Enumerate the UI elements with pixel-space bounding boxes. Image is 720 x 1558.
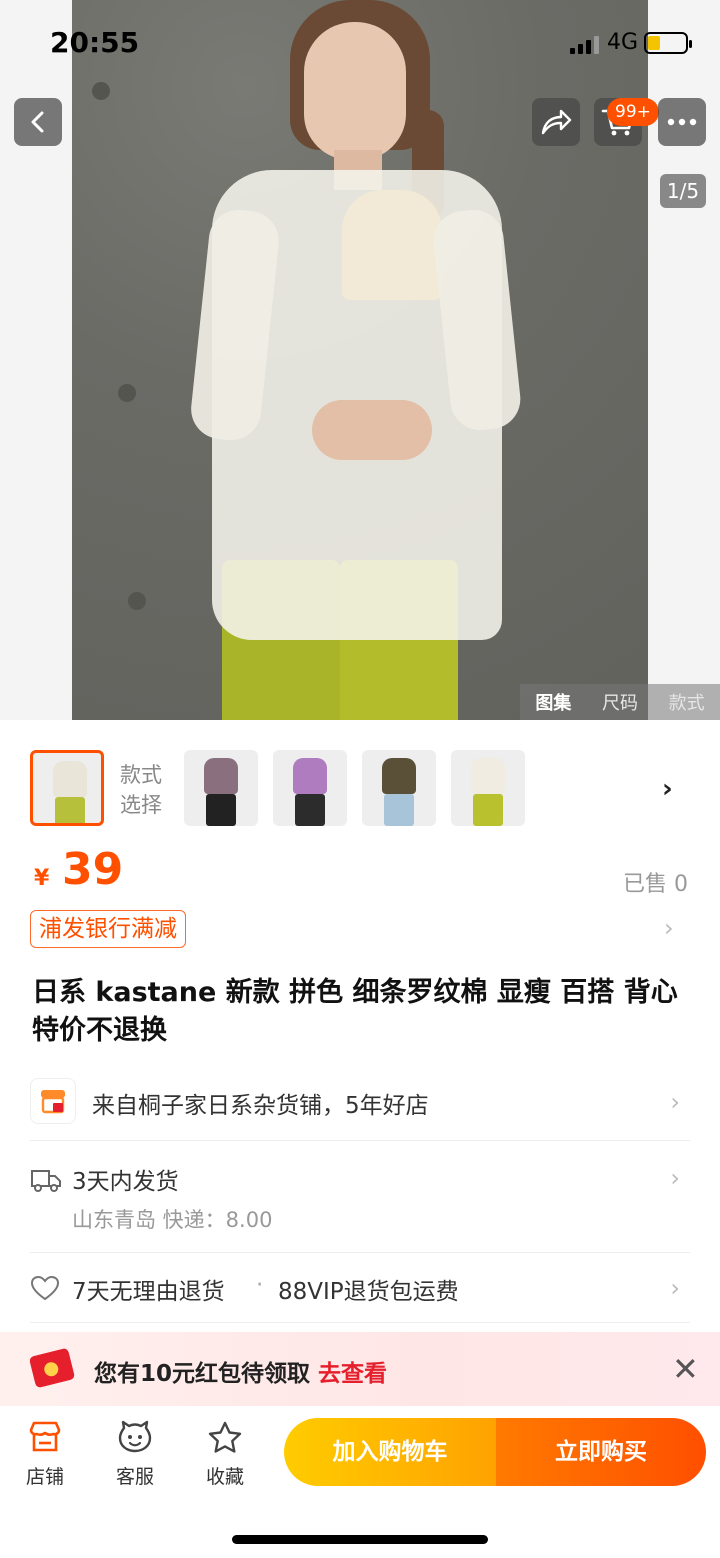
shop-label: 店铺 [25,1466,64,1488]
sold-count: 已售 0 [623,872,688,897]
returns-row[interactable]: 7天无理由退货 · 88VIP退货包运费 › [30,1268,690,1308]
buy-now-button[interactable]: 立即购买 [496,1418,706,1486]
divider [30,1252,690,1253]
view-red-packet-link[interactable]: 去查看 [318,1361,387,1387]
thumb-bottom [55,797,85,823]
more-styles-chevron-icon[interactable]: › [662,774,673,804]
price-value: 39 [62,844,124,895]
service-label: 客服 [115,1466,154,1488]
chevron-right-icon: › [670,1274,680,1302]
divider [30,1322,690,1323]
tab-size[interactable]: 尺码 [602,689,638,715]
red-packet-message: 您有10元红包待领取 去查看 [94,1354,387,1388]
style-selector: 款式选择 › [0,720,720,838]
red-packet-banner[interactable]: 您有10元红包待领取 去查看 ✕ [0,1332,720,1406]
network-type: 4G [607,30,639,55]
chevron-right-icon: › [670,1088,680,1116]
shop-row[interactable]: 来自桐子家日系杂货铺，5年好店 › [30,1078,690,1126]
red-packet-text: 您有10元红包待领取 [94,1361,311,1387]
customer-service-icon [118,1420,152,1453]
product-title: 日系 kastane 新款 拼色 细条罗纹棉 显瘦 百搭 背心 特价不退换 [32,977,678,1046]
separator-dot: · [256,1272,264,1298]
status-bar: 20:55 4G [0,0,720,88]
more-button[interactable] [658,98,706,146]
battery-icon [644,32,692,54]
thumb-top [53,761,87,797]
shop-info-text: 来自桐子家日系杂货铺，5年好店 [92,1093,429,1119]
shipping-row[interactable]: 3天内发货 山东青岛 快递：8.00 › [30,1158,690,1238]
style-thumbnail[interactable] [362,750,436,826]
share-button[interactable] [532,98,580,146]
chevron-right-icon[interactable]: › [664,914,674,942]
star-icon [208,1421,242,1453]
return-policy: 7天无理由退货 [72,1279,225,1305]
promo-tag[interactable]: 浦发银行满减 [30,910,186,948]
favorite-button[interactable]: 收藏 [190,1420,260,1489]
divider [30,1140,690,1141]
share-icon [541,109,572,135]
shop-button[interactable]: 店铺 [10,1420,80,1489]
home-indicator [232,1535,488,1544]
shop-icon [30,1078,76,1124]
red-packet-icon [28,1347,76,1389]
style-select-label: 款式选择 [120,763,162,817]
chevron-right-icon: › [670,1164,680,1192]
shipping-detail: 山东青岛 快递：8.00 [72,1208,273,1232]
cart-count-badge: 99+ [607,98,659,126]
favorite-label: 收藏 [205,1466,244,1488]
customer-service-button[interactable]: 客服 [100,1420,170,1489]
add-to-cart-button[interactable]: 加入购物车 [284,1418,496,1486]
chevron-left-icon [31,111,44,133]
image-counter: 1/5 [660,174,706,208]
tab-style[interactable]: 款式 [669,689,705,715]
style-thumbnail[interactable] [184,750,258,826]
gallery-tabs: 图集 尺码 款式 [520,684,720,720]
signal-icon [570,34,599,54]
style-thumbnail[interactable] [451,750,525,826]
vip-return-benefit: 88VIP退货包运费 [278,1279,459,1305]
store-icon [29,1421,61,1452]
more-icon [667,118,697,126]
tab-gallery[interactable]: 图集 [535,689,571,715]
shipping-time: 3天内发货 [72,1169,179,1195]
close-icon[interactable]: ✕ [672,1350,699,1388]
style-thumbnail[interactable] [30,750,104,826]
back-button[interactable] [14,98,62,146]
currency-symbol: ¥ [34,866,50,891]
heart-icon [30,1275,60,1301]
style-thumbnail[interactable] [273,750,347,826]
truck-icon [31,1170,61,1192]
status-time: 20:55 [50,26,140,59]
price-row: ¥ 39 已售 0 [0,840,720,900]
